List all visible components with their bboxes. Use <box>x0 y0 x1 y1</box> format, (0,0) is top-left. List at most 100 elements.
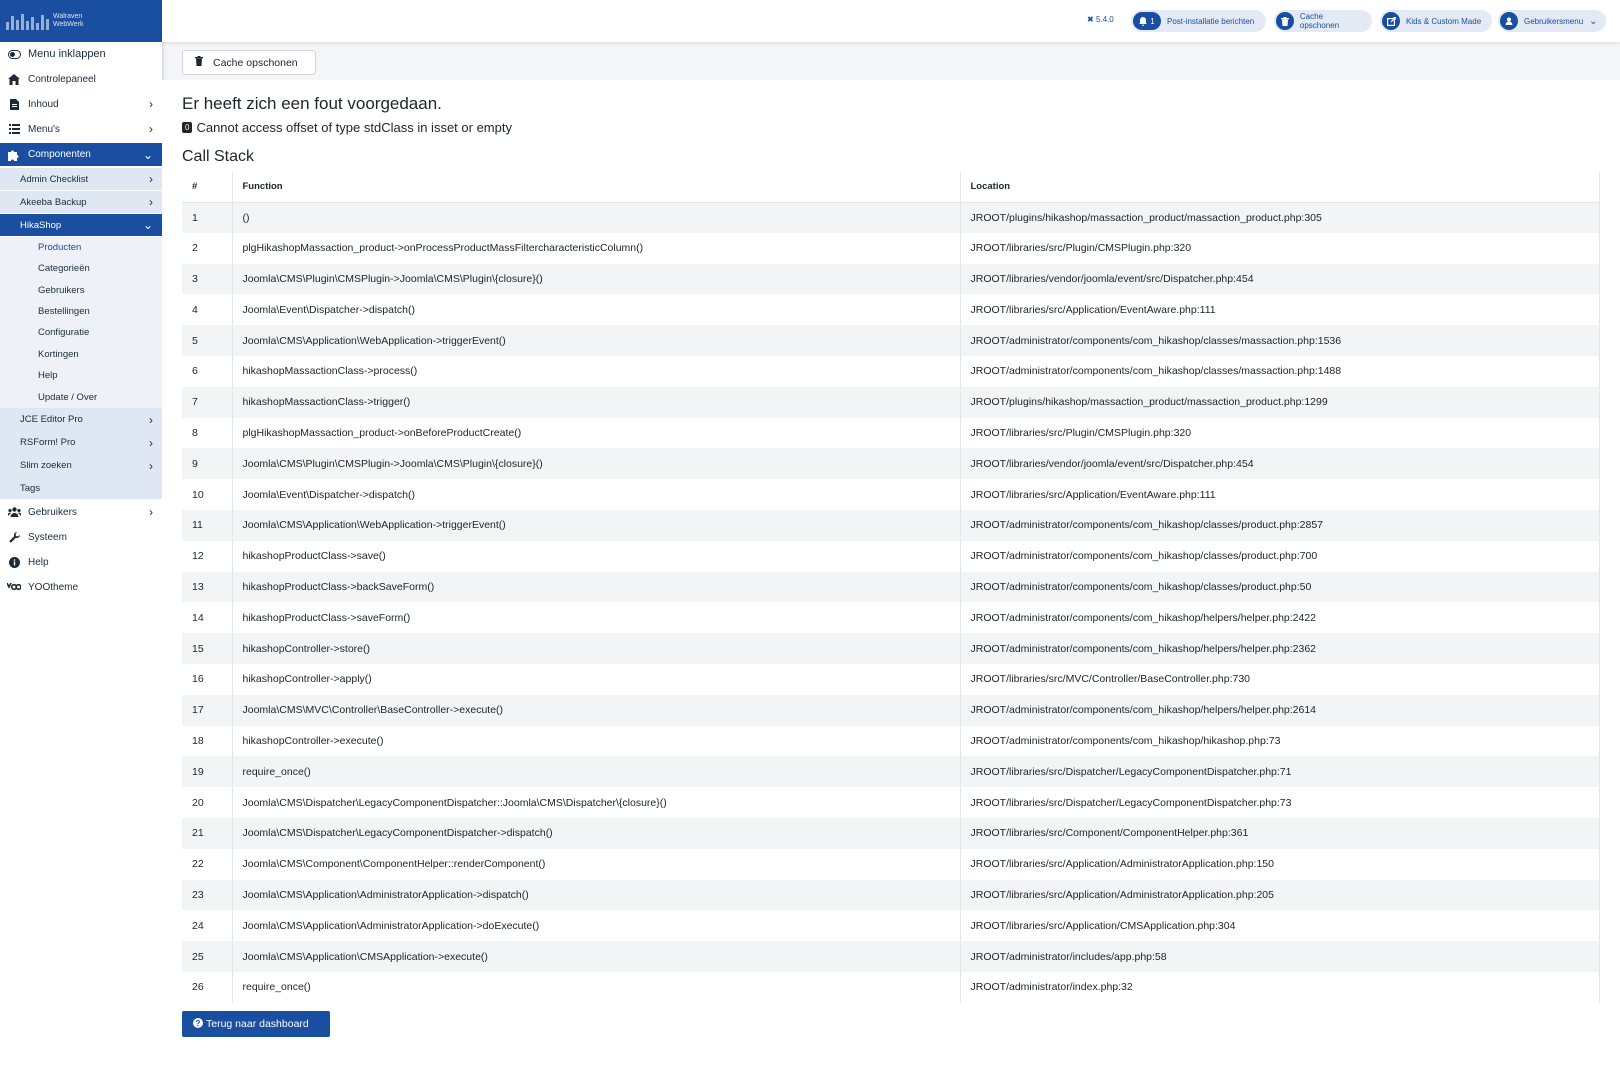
row-function: hikashopProductClass->save() <box>232 540 961 572</box>
row-number: 18 <box>182 725 233 757</box>
row-location: JROOT/administrator/components/com_hikas… <box>960 725 1600 757</box>
table-row: 1() JROOT/plugins/hikashop/massaction_pro… <box>182 202 1600 233</box>
sidebar-hikashop-update[interactable]: Update / Over <box>0 386 162 408</box>
row-number: 7 <box>182 386 233 418</box>
table-row: 4 Joomla\Event\Dispatcher->dispatch() JROO… <box>182 294 1600 326</box>
toggle-icon <box>7 47 21 61</box>
chevron-right-icon: › <box>149 505 153 519</box>
row-function: Joomla\CMS\Application\WebApplication->t… <box>232 509 961 541</box>
row-location: JROOT/libraries/src/Component/ComponentH… <box>960 817 1600 849</box>
sidebar-hikashop-configuratie[interactable]: Configuratie <box>0 322 162 343</box>
row-location: JROOT/libraries/vendor/joomla/event/src/… <box>960 448 1600 480</box>
sidebar-item-help[interactable]: Help <box>0 551 162 573</box>
yootheme-icon <box>7 580 21 594</box>
back-to-dashboard-button[interactable]: ? Terug naar dashboard <box>182 1011 330 1037</box>
row-number: 9 <box>182 448 233 480</box>
call-stack-title: Call Stack <box>182 148 255 165</box>
row-number: 15 <box>182 633 233 664</box>
table-row: 2 plgHikashopMassaction_product->onProces… <box>182 232 1600 264</box>
sidebar-item-menus[interactable]: Menu's › <box>0 118 162 140</box>
user-menu-button[interactable]: Gebruikersmenu ⌄ <box>1498 10 1606 32</box>
logo[interactable]: Walraven WebWerk <box>0 0 162 42</box>
table-row: 20 Joomla\CMS\Dispatcher\LegacyComponentD… <box>182 787 1600 818</box>
row-number: 13 <box>182 571 233 603</box>
row-location: JROOT/libraries/src/Plugin/CMSPlugin.php… <box>960 232 1600 264</box>
row-number: 12 <box>182 540 233 572</box>
sidebar-sub-jce-editor[interactable]: JCE Editor Pro › <box>0 408 162 431</box>
table-row: 24 Joomla\CMS\Application\AdministratorAp… <box>182 910 1600 942</box>
sidebar-hikashop-categorieen[interactable]: Categorieën <box>0 258 162 279</box>
row-number: 16 <box>182 663 233 695</box>
row-number: 6 <box>182 355 233 387</box>
wrench-icon <box>7 530 21 544</box>
row-number: 4 <box>182 294 233 326</box>
row-function: hikashopProductClass->backSaveForm() <box>232 571 961 603</box>
row-function: Joomla\CMS\Application\AdministratorAppl… <box>232 879 961 911</box>
sidebar-hikashop-bestellingen[interactable]: Bestellingen <box>0 301 162 322</box>
sidebar-sub-rsform[interactable]: RSForm! Pro › <box>0 431 162 454</box>
row-location: JROOT/plugins/hikashop/massaction_produc… <box>960 202 1600 233</box>
sidebar-item-systeem[interactable]: Systeem <box>0 526 162 548</box>
row-function: Joomla\CMS\Plugin\CMSPlugin->Joomla\CMS\… <box>232 448 961 480</box>
error-title: Er heeft zich een fout voorgedaan. <box>182 94 442 113</box>
table-row: 12 hikashopProductClass->save() JROOT/admi… <box>182 540 1600 572</box>
row-function: Joomla\Event\Dispatcher->dispatch() <box>232 294 961 326</box>
row-location: JROOT/libraries/src/Application/Administ… <box>960 848 1600 880</box>
sidebar-sub-tags[interactable]: Tags <box>0 477 162 499</box>
menu-toggle[interactable]: Menu inklappen <box>0 44 162 64</box>
sidebar-hikashop-kortingen[interactable]: Kortingen <box>0 343 162 365</box>
row-function: Joomla\CMS\Plugin\CMSPlugin->Joomla\CMS\… <box>232 263 961 295</box>
row-number: 14 <box>182 602 233 634</box>
chevron-right-icon: › <box>149 122 153 136</box>
user-icon <box>1500 12 1518 30</box>
cache-button-header[interactable]: Cache opschonen <box>1274 10 1372 32</box>
table-row: 6 hikashopMassactionClass->process() JROOT… <box>182 355 1600 387</box>
joomla-version: ✖ 5.4.0 <box>1087 15 1114 24</box>
row-function: hikashopProductClass->saveForm() <box>232 602 961 634</box>
row-number: 23 <box>182 879 233 911</box>
sidebar-hikashop-help[interactable]: Help <box>0 365 162 386</box>
sidebar-item-gebruikers[interactable]: Gebruikers › <box>0 501 162 523</box>
file-icon <box>7 97 21 111</box>
row-location: JROOT/administrator/components/com_hikas… <box>960 325 1600 356</box>
sidebar-sub-admin-checklist[interactable]: Admin Checklist › <box>0 168 162 190</box>
cache-button[interactable]: Cache opschonen <box>182 50 316 75</box>
row-location: JROOT/libraries/src/Dispatcher/LegacyCom… <box>960 756 1600 788</box>
sidebar-sub-akeeba-backup[interactable]: Akeeba Backup › <box>0 191 162 213</box>
sidebar-item-yootheme[interactable]: YOOtheme <box>0 576 162 598</box>
row-function: hikashopController->apply() <box>232 663 961 695</box>
post-install-button[interactable]: 1 Post-installatie berichten <box>1131 10 1266 32</box>
sidebar-sub-slim-zoeken[interactable]: Slim zoeken › <box>0 454 162 477</box>
call-stack-table: # Function Location 1() JROOT/plugins/hik… <box>182 172 1600 1003</box>
row-number: 19 <box>182 756 233 788</box>
sidebar-hikashop-producten[interactable]: Producten <box>0 237 162 258</box>
row-location: JROOT/administrator/components/com_hikas… <box>960 571 1600 603</box>
table-row: 7 hikashopMassactionClass->trigger() JROOT… <box>182 386 1600 418</box>
row-function: require_once() <box>232 756 961 788</box>
chevron-right-icon: › <box>149 195 153 209</box>
chevron-right-icon: › <box>149 412 153 427</box>
logo-mark-icon <box>6 12 49 30</box>
row-location: JROOT/libraries/src/MVC/Controller/BaseC… <box>960 663 1600 695</box>
row-number: 21 <box>182 817 233 849</box>
info-icon <box>7 555 21 569</box>
site-link-button[interactable]: Kids & Custom Made <box>1380 10 1492 32</box>
row-function: require_once() <box>232 971 961 1003</box>
sidebar-sub-hikashop[interactable]: HikaShop ⌄ <box>0 214 162 236</box>
sidebar-hikashop-gebruikers[interactable]: Gebruikers <box>0 279 162 301</box>
table-row: 18 hikashopController->execute() JROOT/adm… <box>182 725 1600 757</box>
list-icon <box>7 122 21 136</box>
sidebar-item-controlepaneel[interactable]: Controlepaneel <box>0 68 162 90</box>
row-location: JROOT/administrator/index.php:32 <box>960 971 1600 1003</box>
table-row: 19 require_once() JROOT/libraries/src/Disp… <box>182 756 1600 788</box>
sidebar-item-componenten[interactable]: Componenten ⌄ <box>0 143 162 166</box>
row-location: JROOT/libraries/src/Application/EventAwa… <box>960 479 1600 510</box>
users-icon <box>7 505 21 519</box>
table-row: 25 Joomla\CMS\Application\CMSApplication-… <box>182 941 1600 972</box>
row-function: () <box>232 202 961 233</box>
table-row: 3 Joomla\CMS\Plugin\CMSPlugin->Joomla\CMS… <box>182 263 1600 295</box>
sidebar-item-inhoud[interactable]: Inhoud › <box>0 93 162 115</box>
row-function: plgHikashopMassaction_product->onProcess… <box>232 232 961 264</box>
row-number: 24 <box>182 910 233 942</box>
row-location: JROOT/libraries/src/Plugin/CMSPlugin.php… <box>960 417 1600 449</box>
